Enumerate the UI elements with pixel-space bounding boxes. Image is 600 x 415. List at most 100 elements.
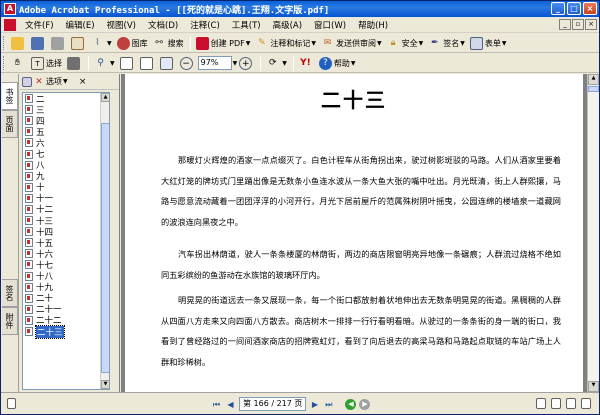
- save-button[interactable]: [29, 35, 48, 51]
- bookmark-item[interactable]: 四: [23, 115, 109, 127]
- scroll-up-button[interactable]: ▲: [588, 74, 599, 85]
- tab-attachments[interactable]: 附件: [2, 307, 18, 335]
- attach-button[interactable]: ⌇ ▼: [89, 35, 114, 51]
- bookmark-item[interactable]: 二十二: [23, 315, 109, 326]
- continuous-facing-icon[interactable]: [581, 398, 591, 409]
- bookmark-item[interactable]: 二十: [23, 293, 109, 304]
- actual-size-button[interactable]: [118, 55, 137, 71]
- menu-comments[interactable]: 注释(C): [184, 19, 226, 31]
- last-page-button[interactable]: ⏭: [323, 399, 334, 410]
- bookmark-list[interactable]: 二三四五六七八九十十一 十二 十三 十四 十五 十六 十七 十八 十九 二十 二十一 二十二 二十三 ▲…: [22, 92, 110, 390]
- bookmark-item[interactable]: 三: [23, 104, 109, 116]
- bookmark-item[interactable]: 二十三: [23, 324, 109, 339]
- menu-view[interactable]: 视图(V): [101, 19, 142, 31]
- scroll-thumb[interactable]: [588, 86, 599, 92]
- bookmark-item[interactable]: 十三: [23, 215, 109, 227]
- open-button[interactable]: [9, 35, 28, 51]
- zoom-in-button[interactable]: +: [237, 55, 256, 71]
- previous-view-button[interactable]: ◀: [345, 398, 357, 410]
- bookmark-item[interactable]: 十八: [23, 271, 109, 282]
- continuous-icon[interactable]: [551, 398, 561, 409]
- title-bar[interactable]: A Adobe Acrobat Professional - [[死的就是心跳]…: [1, 1, 599, 17]
- bookmark-item[interactable]: 十二: [23, 204, 109, 215]
- single-page-icon[interactable]: [536, 398, 546, 409]
- delete-bookmark-icon[interactable]: ✕: [34, 77, 44, 87]
- send-review-button[interactable]: ✉ 发送供审阅 ▼: [319, 35, 384, 51]
- document-icon[interactable]: [4, 18, 16, 31]
- sign-button[interactable]: ✒ 签名 ▼: [426, 35, 467, 51]
- document-scrollbar[interactable]: ▲ ▼: [587, 74, 599, 392]
- bookmark-scrollbar[interactable]: ▲ ▼: [100, 93, 109, 389]
- menu-advanced[interactable]: 高级(A): [267, 19, 308, 31]
- doc-restore-button[interactable]: ▫: [572, 19, 584, 30]
- zoom-out-button[interactable]: −: [178, 55, 197, 71]
- select-tool-button[interactable]: T 选择: [29, 55, 64, 71]
- menu-tools[interactable]: 工具(T): [226, 19, 267, 31]
- snapshot-button[interactable]: [65, 55, 84, 71]
- navigation-toolbar: ✋︎ T 选择 ⚲ ▼ − 97% ▼ + ⟳ ▼ Y! ? 帮助 ▼: [1, 54, 599, 73]
- email-button[interactable]: [69, 35, 88, 51]
- bookmark-item[interactable]: 十五: [23, 237, 109, 249]
- bookmark-item[interactable]: 六: [23, 137, 109, 149]
- zoom-tool-button[interactable]: ⚲ ▼: [92, 55, 117, 71]
- rotate-button[interactable]: ⟳ ▼: [264, 55, 289, 71]
- bookmark-item[interactable]: 十六: [23, 248, 109, 260]
- scroll-down-button[interactable]: ▼: [101, 380, 109, 389]
- print-button[interactable]: [49, 35, 68, 51]
- bookmark-item[interactable]: 七: [23, 148, 109, 160]
- comment-markup-button[interactable]: ✎ 注释和标记 ▼: [253, 35, 318, 51]
- new-bookmark-icon[interactable]: [22, 76, 32, 87]
- bookmark-item[interactable]: 十: [23, 182, 109, 193]
- bookmark-item[interactable]: 十七: [23, 259, 109, 271]
- forms-button[interactable]: 表单 ▼: [468, 35, 509, 51]
- bookmark-item[interactable]: 五: [23, 126, 109, 138]
- next-page-button[interactable]: ▶: [309, 399, 320, 410]
- bookmark-item[interactable]: 十九: [23, 282, 109, 293]
- help-button[interactable]: ? 帮助 ▼: [317, 55, 358, 71]
- scroll-down-button[interactable]: ▼: [588, 381, 599, 392]
- menu-help[interactable]: 帮助(H): [352, 19, 394, 31]
- doc-close-button[interactable]: ×: [585, 19, 597, 30]
- scroll-thumb[interactable]: [101, 123, 109, 373]
- bookmark-item[interactable]: 九: [23, 171, 109, 182]
- menu-edit[interactable]: 编辑(E): [60, 19, 101, 31]
- toolbar-grip[interactable]: [3, 36, 6, 50]
- bookmark-item[interactable]: 八: [23, 160, 109, 171]
- yahoo-button[interactable]: Y!: [297, 55, 316, 71]
- menu-file[interactable]: 文件(F): [19, 19, 60, 31]
- fit-width-button[interactable]: [158, 55, 177, 71]
- options-menu[interactable]: 选项: [46, 76, 62, 87]
- zoom-input[interactable]: 97%: [197, 56, 232, 70]
- bookmark-item[interactable]: 十一: [23, 193, 109, 204]
- tab-pages[interactable]: 页面: [2, 110, 18, 138]
- page-size-button[interactable]: [5, 396, 20, 412]
- organizer-button[interactable]: 图库: [115, 35, 150, 51]
- security-button[interactable]: 🔒︎ 安全 ▼: [385, 35, 426, 51]
- maximize-button[interactable]: □: [567, 2, 581, 15]
- tab-bookmarks[interactable]: 书签: [2, 82, 18, 110]
- doc-minimize-button[interactable]: _: [559, 19, 571, 30]
- previous-page-button[interactable]: ◀: [225, 399, 236, 410]
- bookmark-item[interactable]: 十四: [23, 226, 109, 238]
- toolbar-grip[interactable]: [3, 56, 6, 70]
- minimize-button[interactable]: _: [551, 2, 565, 15]
- page-number-input[interactable]: 第 166 / 217 页: [239, 397, 307, 411]
- bookmark-item[interactable]: 二: [23, 93, 109, 105]
- create-pdf-button[interactable]: 创建 PDF ▼: [194, 35, 253, 51]
- first-page-button[interactable]: ⏮: [211, 399, 222, 410]
- facing-icon[interactable]: [566, 398, 576, 409]
- binoculars-icon: ⚯: [155, 37, 163, 48]
- menu-window[interactable]: 窗口(W): [308, 19, 352, 31]
- close-button[interactable]: ×: [583, 2, 597, 15]
- fit-page-button[interactable]: [138, 55, 157, 71]
- scroll-up-button[interactable]: ▲: [101, 93, 109, 102]
- hand-tool-button[interactable]: ✋︎: [9, 55, 28, 71]
- pdf-page[interactable]: 二十三 那暖灯火辉煌的酒家一点点缀灭了。白色计程车从街角拐出来，驶过树影斑驳的马…: [125, 74, 583, 392]
- next-view-button[interactable]: ▶: [359, 398, 371, 410]
- menu-document[interactable]: 文档(D): [142, 19, 184, 31]
- acrobat-app-icon[interactable]: A: [4, 3, 16, 15]
- search-button[interactable]: ⚯ 搜索: [151, 35, 186, 51]
- bookmark-item[interactable]: 二十一: [23, 304, 109, 315]
- tab-signatures[interactable]: 签名: [2, 279, 18, 307]
- close-panel-icon[interactable]: ×: [78, 77, 88, 87]
